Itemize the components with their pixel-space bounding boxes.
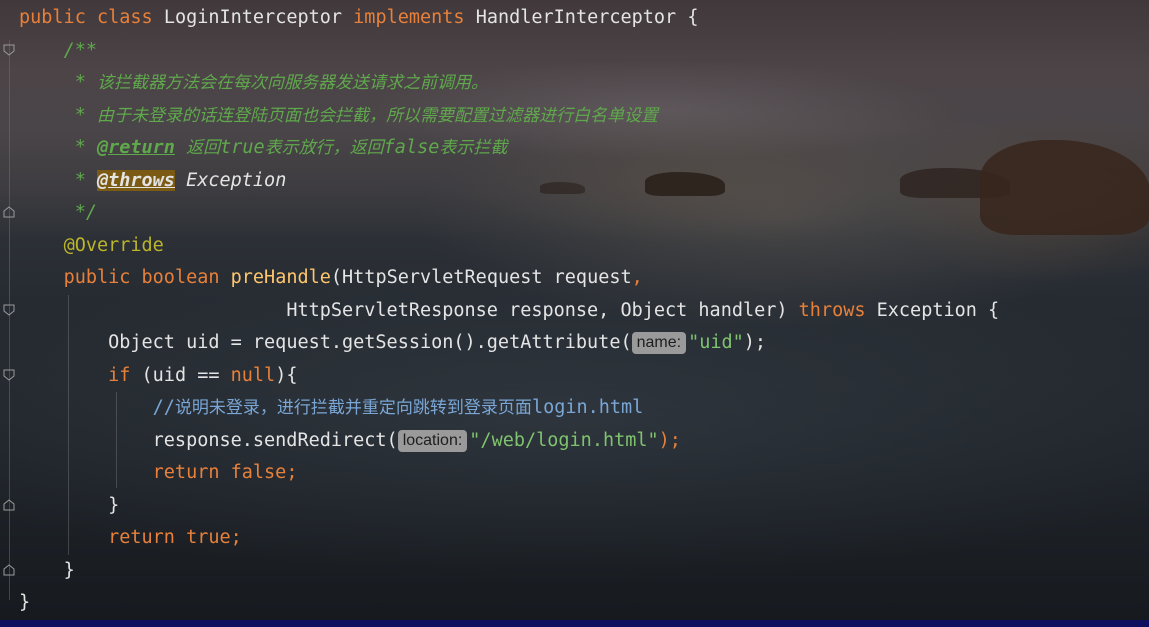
- parameter-hint: location:: [397, 429, 468, 452]
- exception-type: Exception {: [876, 299, 1000, 321]
- javadoc-line: * 该拦截器方法会在每次向服务器发送请求之前调用。: [19, 67, 999, 100]
- redirect-line: response.sendRedirect(location: "/web/log…: [19, 425, 999, 458]
- statement-end: );: [658, 429, 681, 451]
- method-signature-line-2: HttpServletResponse response, Object han…: [19, 295, 999, 328]
- keyword: null: [230, 364, 276, 386]
- class-declaration-line: public class LoginInterceptor implements…: [19, 2, 999, 35]
- keyword: return: [152, 462, 220, 483]
- javadoc-star: *: [74, 104, 86, 126]
- fold-marker-icon[interactable]: [3, 564, 15, 576]
- override-annotation: @Override: [63, 234, 164, 256]
- method-signature-line: public boolean preHandle(HttpServletRequ…: [19, 262, 999, 295]
- class-close-line: }: [19, 587, 999, 620]
- keyword: public: [19, 7, 86, 28]
- brace: }: [19, 592, 31, 613]
- keyword: throws: [798, 299, 866, 321]
- fold-marker-icon[interactable]: [3, 499, 15, 511]
- comment-text: login.html: [531, 397, 644, 418]
- javadoc-text: 表示拦截: [439, 138, 508, 158]
- gutter-line: [9, 40, 10, 600]
- keyword: true: [186, 527, 231, 548]
- statement-line: Object uid = request.getSession().getAtt…: [19, 327, 999, 360]
- line-comment-line: //说明未登录，进行拦截并重定向跳转到登录页面login.html: [19, 392, 999, 425]
- class-name: LoginInterceptor: [163, 7, 343, 28]
- javadoc-star: *: [74, 169, 86, 191]
- parameter-hint: name:: [631, 332, 687, 354]
- keyword: if: [108, 364, 131, 386]
- keyword: boolean: [141, 267, 220, 288]
- statement-end: );: [743, 332, 767, 353]
- javadoc-line: * 由于未登录的话连登陆页面也会拦截，所以需要配置过滤器进行白名单设置: [19, 100, 999, 133]
- string-literal: "uid": [688, 332, 744, 353]
- javadoc-star: *: [74, 137, 86, 158]
- javadoc-throws-tag: @throws: [96, 169, 175, 191]
- interface-name: HandlerInterceptor: [475, 7, 677, 28]
- method-params: (HttpServletRequest request: [330, 267, 632, 288]
- statement-code: Object uid = request.getSession().getAtt…: [108, 332, 632, 353]
- return-true-line: return true;: [19, 522, 999, 555]
- statement-code: response.sendRedirect(: [152, 429, 398, 451]
- javadoc-text: 表示放行，返回: [264, 138, 384, 158]
- bottom-status-strip: [0, 620, 1149, 627]
- brace: }: [108, 494, 120, 516]
- keyword: public: [63, 267, 131, 288]
- javadoc-return-line: * @return 返回true表示放行，返回false表示拦截: [19, 132, 999, 165]
- brace: }: [63, 559, 75, 581]
- keyword: implements: [353, 7, 465, 28]
- semicolon: ;: [286, 462, 298, 483]
- if-line: if (uid == null){: [19, 360, 999, 393]
- if-close-line: }: [19, 490, 999, 523]
- javadoc-open-line: /**: [19, 35, 999, 68]
- method-name: preHandle: [230, 267, 331, 288]
- keyword: class: [96, 7, 153, 28]
- semicolon: ;: [230, 527, 242, 548]
- if-condition: (uid ==: [130, 364, 231, 386]
- javadoc-code: true: [220, 137, 265, 158]
- code-editor[interactable]: public class LoginInterceptor implements…: [19, 2, 999, 620]
- string-literal: "/web/login.html": [469, 429, 659, 451]
- javadoc-text: 由于未登录的话连登陆页面也会拦截，所以需要配置过滤器进行白名单设置: [96, 105, 658, 126]
- fold-marker-icon[interactable]: [3, 206, 15, 218]
- fold-marker-icon[interactable]: [3, 369, 15, 381]
- javadoc-star: *: [74, 72, 86, 93]
- javadoc-open: /**: [63, 39, 97, 61]
- comma: ,: [631, 267, 643, 288]
- annotation-line: @Override: [19, 230, 999, 263]
- comment-text: 说明未登录，进行拦截并重定向跳转到登录页面: [174, 398, 532, 418]
- brace: {: [687, 7, 699, 28]
- keyword: false: [230, 462, 287, 483]
- javadoc-text: 返回: [186, 138, 221, 158]
- javadoc-exception-type: Exception: [186, 169, 287, 191]
- method-close-line: }: [19, 555, 999, 588]
- return-false-line: return false;: [19, 457, 999, 490]
- javadoc-text: 该拦截器方法会在每次向服务器发送请求之前调用。: [96, 73, 488, 93]
- method-params: HttpServletResponse response, Object han…: [286, 299, 788, 321]
- keyword: return: [108, 527, 175, 548]
- javadoc-return-tag: @return: [96, 137, 175, 158]
- javadoc-code: false: [383, 137, 440, 158]
- comment-slashes: //: [152, 397, 175, 418]
- javadoc-close: */: [74, 202, 97, 223]
- if-rest: ){: [275, 364, 298, 386]
- fold-marker-icon[interactable]: [3, 44, 15, 56]
- javadoc-throws-line: * @throws Exception: [19, 165, 999, 198]
- fold-marker-icon[interactable]: [3, 304, 15, 316]
- javadoc-close-line: */: [19, 197, 999, 230]
